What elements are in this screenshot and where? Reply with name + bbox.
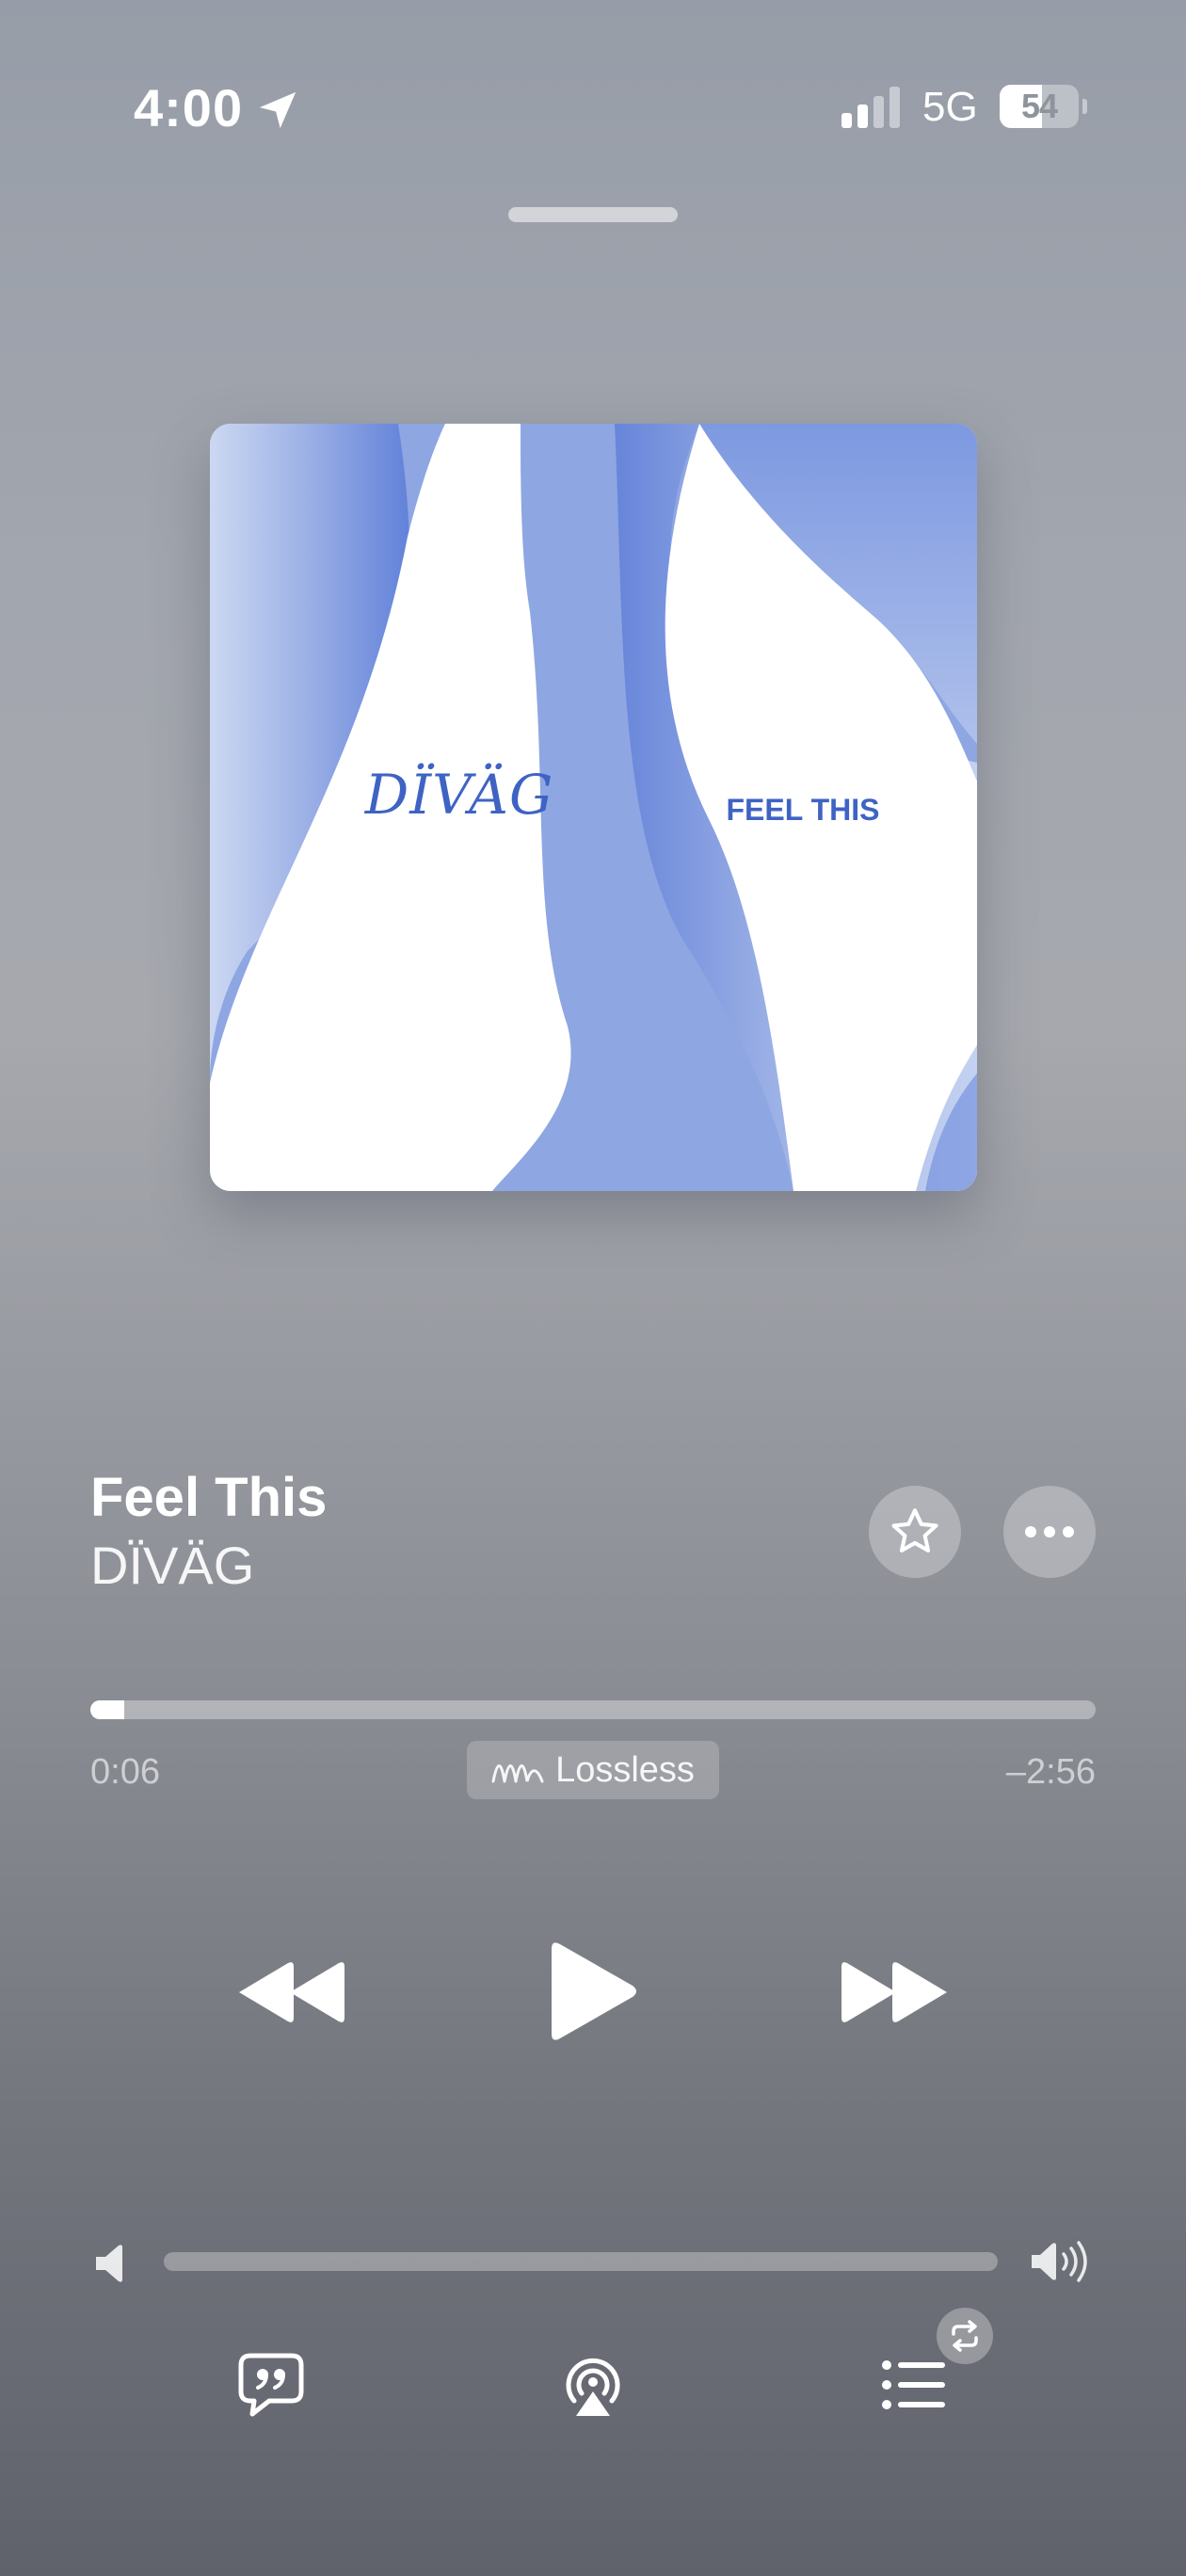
star-outline-icon xyxy=(891,1508,938,1553)
lyrics-quote-icon xyxy=(238,2353,304,2417)
cellular-signal-icon xyxy=(841,87,900,128)
artwork-title-text: FEEL THIS xyxy=(726,793,880,827)
sheet-grabber[interactable] xyxy=(508,207,678,222)
location-arrow-icon xyxy=(259,91,296,129)
repeat-button[interactable] xyxy=(937,2308,993,2364)
track-title: Feel This xyxy=(90,1467,328,1528)
network-type: 5G xyxy=(922,84,978,130)
lyrics-button[interactable] xyxy=(237,2352,305,2418)
signal-bar-3 xyxy=(873,96,884,128)
track-artist[interactable]: DÏVÄG xyxy=(90,1533,254,1599)
more-options-button[interactable] xyxy=(1003,1486,1096,1578)
play-icon xyxy=(552,1942,636,2040)
fast-forward-button[interactable] xyxy=(828,1940,960,2045)
status-time: 4:00 xyxy=(134,78,244,137)
battery-level: 54 xyxy=(1020,87,1058,125)
rewind-button[interactable] xyxy=(226,1940,358,2045)
play-button[interactable] xyxy=(537,1930,649,2053)
signal-bar-2 xyxy=(857,105,868,128)
favorite-button[interactable] xyxy=(869,1486,961,1578)
speaker-high-icon xyxy=(1032,2241,1087,2282)
queue-list-icon xyxy=(882,2360,945,2409)
album-artwork[interactable]: DÏVÄG FEEL THIS xyxy=(210,424,977,1191)
lossless-label: Lossless xyxy=(555,1749,695,1790)
signal-bar-1 xyxy=(841,113,852,128)
artwork-artist-logo: DÏVÄG xyxy=(364,763,554,827)
ellipsis-icon xyxy=(1025,1526,1074,1538)
volume-slider[interactable] xyxy=(164,2252,998,2271)
queue-button[interactable] xyxy=(881,2358,947,2412)
playback-scrubber[interactable] xyxy=(90,1700,1096,1719)
airplay-audio-icon xyxy=(566,2358,620,2416)
remaining-time: –2:56 xyxy=(1005,1752,1096,1792)
speaker-low-icon xyxy=(96,2245,122,2282)
playback-progress-fill xyxy=(90,1700,125,1719)
battery-icon: 54 xyxy=(1000,85,1087,128)
fast-forward-icon xyxy=(841,1962,947,2022)
signal-bar-4 xyxy=(890,87,900,128)
rewind-icon xyxy=(239,1962,345,2022)
repeat-icon xyxy=(952,2320,978,2352)
elapsed-time: 0:06 xyxy=(90,1752,160,1792)
lossless-wave-icon xyxy=(491,1764,544,1783)
lossless-badge[interactable]: Lossless xyxy=(467,1741,719,1799)
airplay-button[interactable] xyxy=(561,2354,625,2418)
